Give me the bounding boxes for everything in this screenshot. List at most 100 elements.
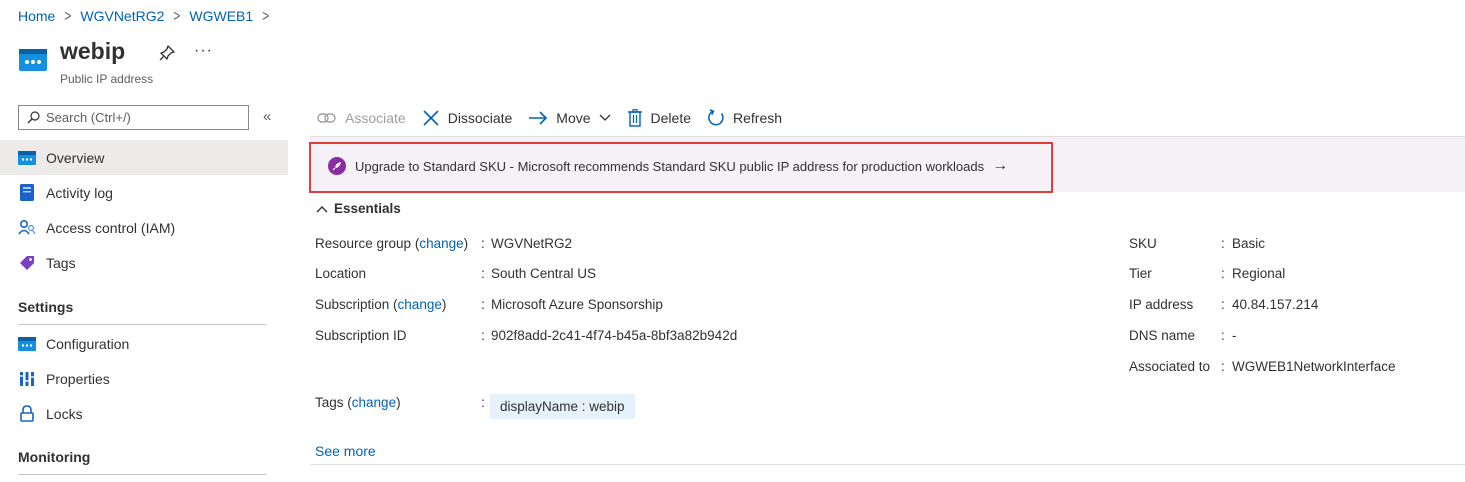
move-label: Move: [556, 110, 591, 126]
separator: :: [1221, 359, 1225, 374]
sidebar-search-input[interactable]: Search (Ctrl+/): [18, 105, 249, 130]
dns-name-value: -: [1232, 328, 1237, 343]
separator: :: [481, 328, 485, 343]
tier-label: Tier: [1129, 266, 1152, 281]
overview-icon: [18, 149, 36, 167]
link-icon: [317, 113, 336, 123]
location-label: Location: [315, 266, 367, 281]
tier-value: Regional: [1232, 266, 1286, 281]
sidebar-item-tags[interactable]: Tags: [0, 245, 288, 280]
resource-group-label: Resource group (change): [315, 236, 469, 251]
associate-button[interactable]: Associate: [317, 110, 406, 126]
collapse-sidebar-button[interactable]: «: [263, 108, 271, 125]
resource-type-subtitle: Public IP address: [60, 72, 154, 86]
associated-to-value[interactable]: WGWEB1NetworkInterface: [1232, 359, 1396, 374]
subscription-value[interactable]: Microsoft Azure Sponsorship: [491, 297, 663, 312]
subscription-id-value: 902f8add-2c41-4f74-b45a-8bf3a82b942d: [491, 328, 738, 343]
command-bar: Associate Dissociate Move Delete Refresh: [317, 106, 798, 130]
tag-chip[interactable]: displayName : webip: [490, 394, 635, 419]
sidebar-section-settings: Settings: [18, 299, 74, 315]
sidebar-item-properties[interactable]: Properties: [0, 361, 288, 396]
divider: [310, 464, 1465, 465]
resource-group-value[interactable]: WGVNetRG2: [491, 236, 572, 251]
dissociate-button[interactable]: Dissociate: [422, 109, 513, 127]
breadcrumb-resource-group[interactable]: WGVNetRG2: [80, 8, 164, 24]
subscription-id-label: Subscription ID: [315, 328, 407, 343]
chevron-right-icon: >: [64, 6, 72, 26]
tags-change-link[interactable]: change: [352, 395, 396, 410]
location-value: South Central US: [491, 266, 597, 281]
arrow-right-icon: [529, 111, 548, 125]
breadcrumb-vm[interactable]: WGWEB1: [189, 8, 253, 24]
tag-icon: [18, 254, 36, 272]
delete-label: Delete: [650, 110, 691, 126]
rocket-icon: [328, 157, 346, 175]
iam-icon: [18, 219, 36, 237]
dissociate-label: Dissociate: [447, 110, 513, 126]
sidebar-item-label: Overview: [46, 149, 105, 166]
page-title: webip: [60, 38, 126, 64]
sidebar-item-overview[interactable]: Overview: [0, 140, 288, 175]
sidebar-item-label: Tags: [46, 254, 76, 271]
see-more-link[interactable]: See more: [315, 443, 376, 459]
chevron-right-icon: >: [262, 6, 270, 26]
breadcrumb: Home > WGVNetRG2 > WGWEB1 >: [18, 6, 278, 26]
arrow-right-icon[interactable]: →: [992, 157, 1008, 175]
move-button[interactable]: Move: [528, 110, 610, 126]
delete-button[interactable]: Delete: [627, 109, 691, 127]
separator: :: [481, 297, 485, 312]
section-divider: [18, 324, 266, 325]
chevron-up-icon: [316, 205, 328, 212]
sidebar-item-activity-log[interactable]: Activity log: [0, 175, 288, 210]
separator: :: [1221, 266, 1225, 281]
more-options-icon[interactable]: ···: [194, 42, 213, 60]
separator: :: [1221, 297, 1225, 312]
subscription-change-link[interactable]: change: [398, 297, 442, 312]
refresh-icon: [708, 109, 724, 126]
upgrade-banner-text: Upgrade to Standard SKU - Microsoft reco…: [355, 158, 985, 174]
dns-name-label: DNS name: [1129, 328, 1196, 343]
sidebar-item-access-control[interactable]: Access control (IAM): [0, 210, 288, 245]
refresh-button[interactable]: Refresh: [707, 109, 782, 127]
essentials-toggle[interactable]: Essentials: [316, 201, 401, 216]
separator: :: [481, 266, 485, 281]
associate-label: Associate: [345, 110, 406, 126]
ip-address-value: 40.84.157.214: [1232, 297, 1319, 312]
public-ip-icon: [18, 45, 48, 75]
lock-icon: [18, 405, 36, 423]
section-divider: [18, 474, 266, 475]
activity-log-icon: [18, 184, 36, 202]
sidebar-section-monitoring: Monitoring: [18, 449, 91, 465]
separator: :: [1221, 236, 1225, 251]
properties-icon: [18, 370, 36, 388]
sidebar-item-label: Access control (IAM): [46, 219, 176, 236]
sidebar-item-label: Properties: [46, 370, 110, 387]
sidebar-item-configuration[interactable]: Configuration: [0, 326, 288, 361]
sidebar-item-label: Activity log: [46, 184, 113, 201]
pin-icon[interactable]: [158, 44, 176, 62]
essentials-title: Essentials: [334, 201, 401, 216]
refresh-label: Refresh: [733, 110, 783, 126]
sku-label: SKU: [1129, 236, 1157, 251]
breadcrumb-home[interactable]: Home: [18, 8, 55, 24]
ip-address-label: IP address: [1129, 297, 1194, 312]
separator: :: [481, 395, 485, 410]
trash-icon: [627, 109, 642, 127]
chevron-down-icon: [599, 114, 610, 121]
search-placeholder: Search (Ctrl+/): [46, 110, 131, 125]
chevron-right-icon: >: [173, 6, 181, 26]
configuration-icon: [18, 335, 36, 353]
sidebar-item-locks[interactable]: Locks: [0, 396, 288, 431]
separator: :: [1221, 328, 1225, 343]
search-icon: [27, 111, 40, 124]
sidebar-item-label: Configuration: [46, 335, 130, 352]
resource-group-change-link[interactable]: change: [419, 236, 463, 251]
subscription-label: Subscription (change): [315, 297, 447, 312]
separator: :: [481, 236, 485, 251]
associated-to-label: Associated to: [1129, 359, 1211, 374]
sku-value: Basic: [1232, 236, 1266, 251]
close-icon: [423, 110, 439, 126]
sidebar-item-label: Locks: [46, 405, 83, 422]
upgrade-banner-content[interactable]: Upgrade to Standard SKU - Microsoft reco…: [328, 157, 1008, 175]
tags-label: Tags (change): [315, 395, 401, 410]
